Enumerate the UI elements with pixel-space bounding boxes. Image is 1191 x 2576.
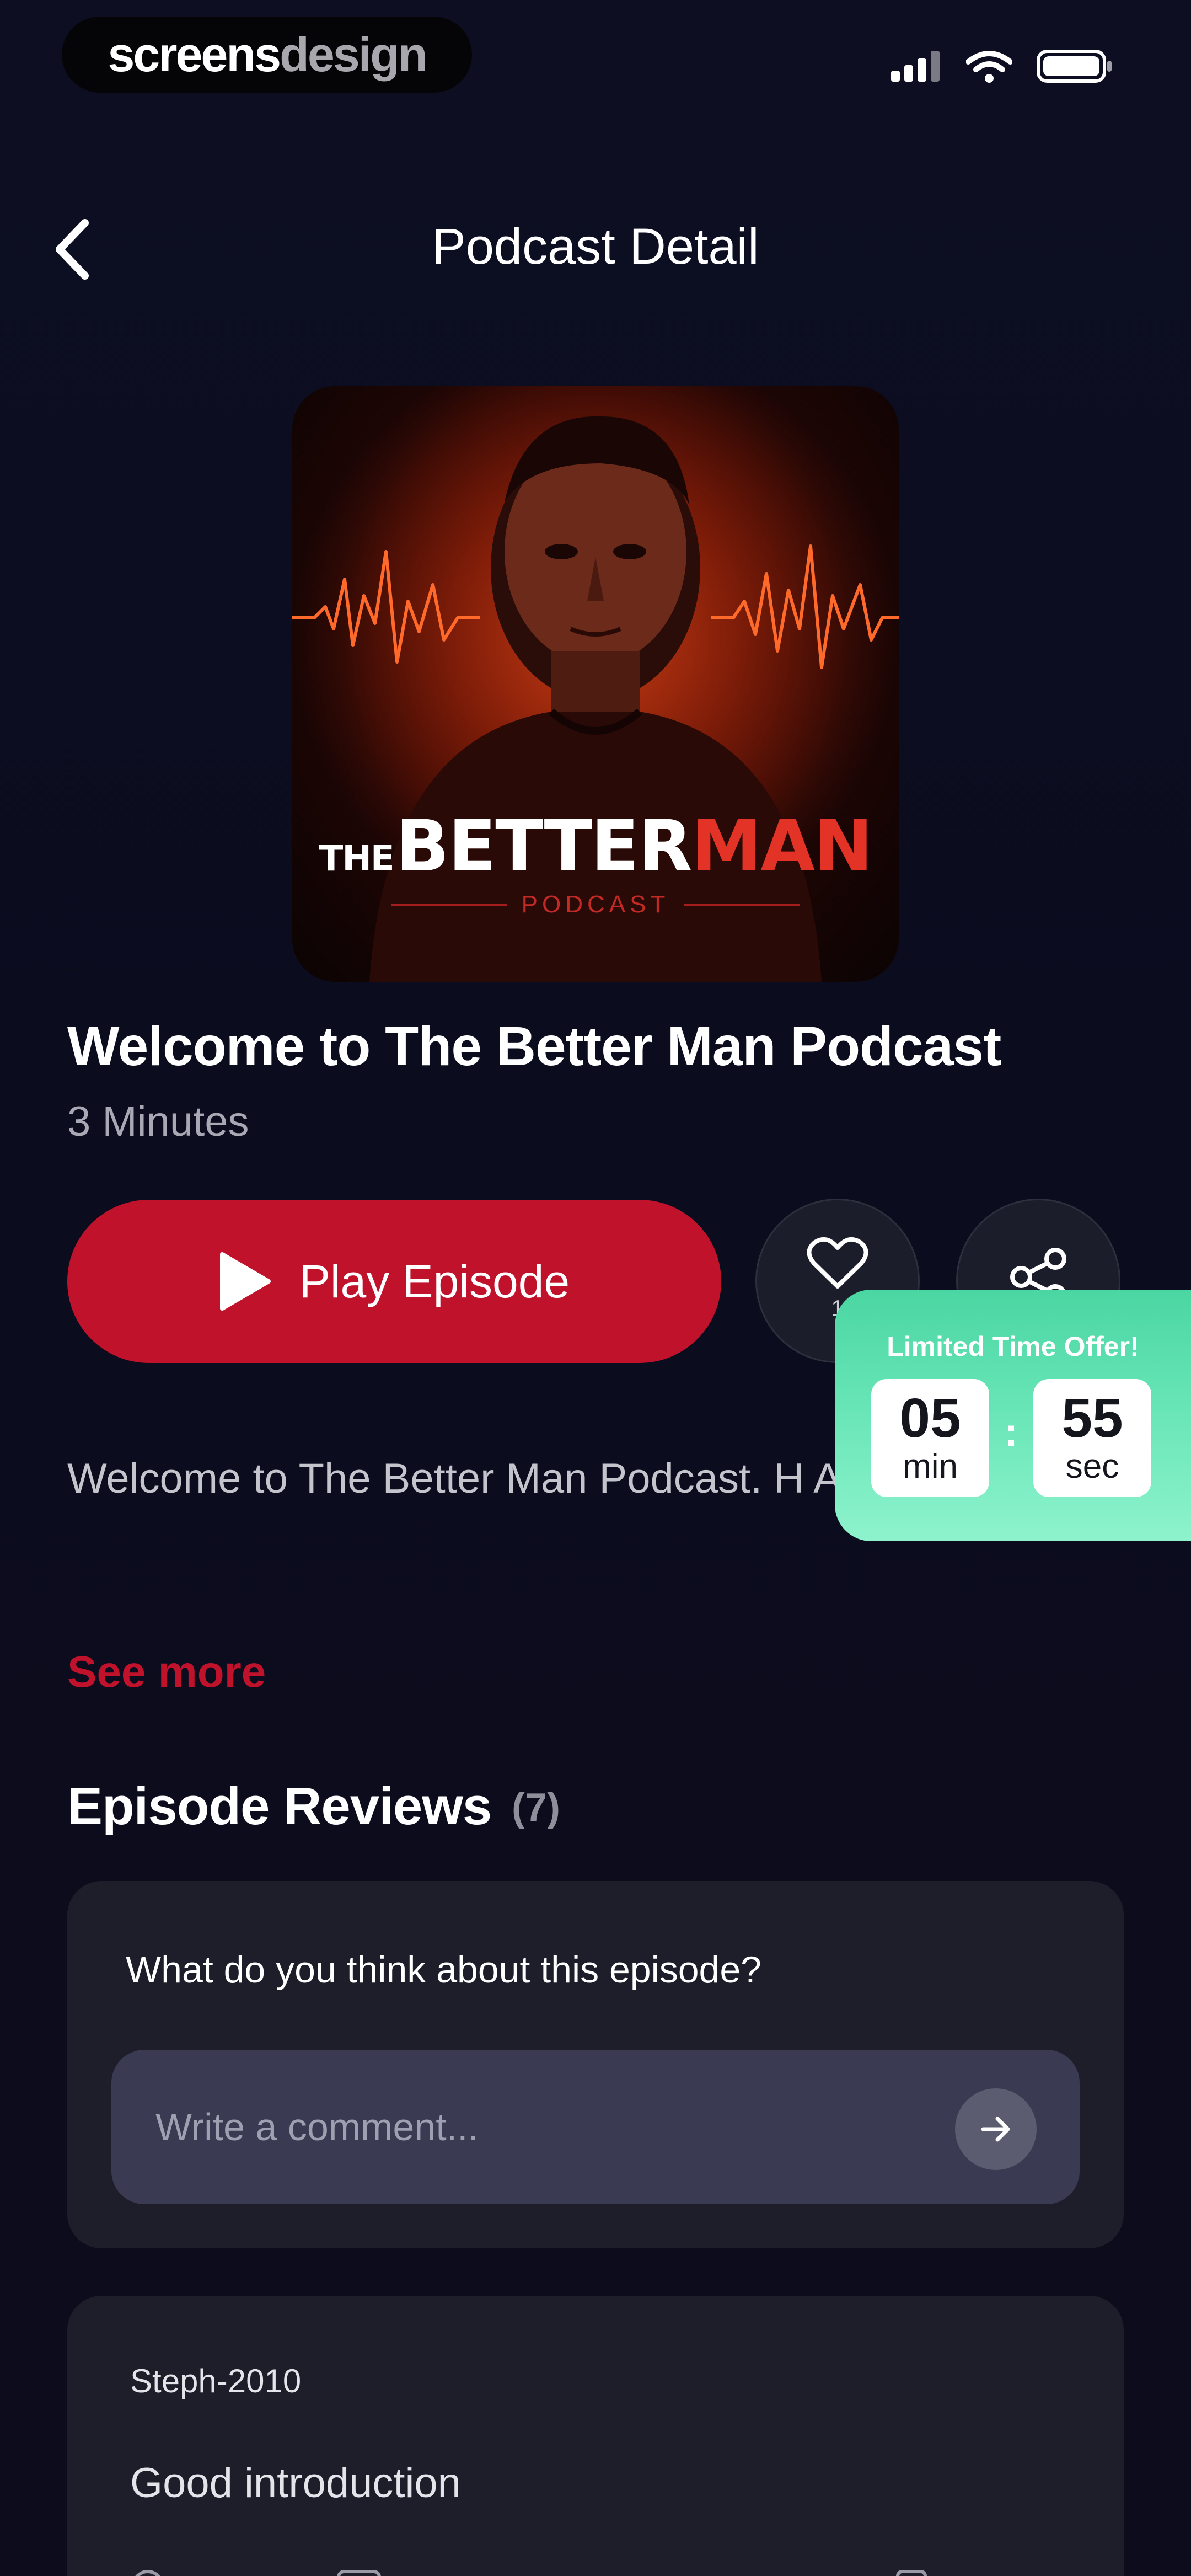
send-comment-button[interactable] bbox=[955, 2088, 1037, 2170]
review-actions-row bbox=[135, 2570, 927, 2576]
review-username: Steph-2010 bbox=[130, 2363, 302, 2399]
review-card: Steph-2010 Good introduction bbox=[67, 2296, 1124, 2576]
episode-duration: 3 Minutes bbox=[67, 1098, 249, 1145]
offer-minutes-unit: min bbox=[903, 1447, 958, 1485]
podcast-cover-art: THE BETTERMAN PODCAST bbox=[292, 386, 899, 982]
cover-divider-left bbox=[391, 904, 507, 906]
cover-subtitle: PODCAST bbox=[292, 891, 899, 918]
battery-icon bbox=[1037, 50, 1112, 83]
cover-title-man: MAN bbox=[691, 805, 873, 888]
offer-colon: : bbox=[1005, 1410, 1018, 1455]
offer-minutes-box: 05 min bbox=[871, 1379, 989, 1497]
play-episode-label: Play Episode bbox=[299, 1255, 570, 1307]
reviews-heading: Episode Reviews bbox=[67, 1777, 492, 1836]
review-text: Good introduction bbox=[130, 2460, 461, 2506]
heart-icon bbox=[807, 1237, 868, 1289]
offer-seconds-unit: sec bbox=[1065, 1447, 1119, 1485]
limited-offer-popup[interactable]: Limited Time Offer! 05 min : 55 sec bbox=[835, 1290, 1191, 1541]
offer-seconds-value: 55 bbox=[1061, 1387, 1123, 1449]
offer-seconds-box: 55 sec bbox=[1033, 1379, 1151, 1497]
cover-title-better: BETTER bbox=[395, 805, 693, 888]
play-icon bbox=[219, 1252, 271, 1311]
offer-title: Limited Time Offer! bbox=[887, 1331, 1139, 1362]
cover-podcast-label: PODCAST bbox=[521, 891, 670, 918]
comment-prompt: What do you think about this episode? bbox=[126, 1949, 761, 1991]
cover-title-the: THE bbox=[319, 838, 395, 879]
comment-input[interactable] bbox=[111, 2050, 1080, 2204]
episode-title: Welcome to The Better Man Podcast bbox=[67, 1016, 1001, 1077]
cover-divider-right bbox=[684, 904, 800, 906]
reviews-count: (7) bbox=[512, 1786, 560, 1830]
comment-card: What do you think about this episode? bbox=[67, 1881, 1124, 2248]
offer-minutes-value: 05 bbox=[899, 1387, 961, 1449]
signal-icon bbox=[891, 51, 940, 82]
podcast-detail-screen: screens design Podcast Detail THE BETTER… bbox=[0, 0, 1191, 2576]
watermark-logo: screens design bbox=[62, 17, 472, 93]
see-more-link[interactable]: See more bbox=[67, 1647, 266, 1697]
watermark-part1: screens bbox=[108, 27, 281, 82]
play-episode-button[interactable]: Play Episode bbox=[67, 1200, 721, 1363]
cover-title: THE BETTERMAN bbox=[292, 805, 899, 888]
arrow-right-icon bbox=[981, 2117, 1010, 2142]
watermark-part2: design bbox=[280, 27, 428, 82]
status-bar-icons bbox=[891, 49, 1114, 84]
wifi-icon bbox=[966, 51, 1012, 83]
page-title: Podcast Detail bbox=[432, 218, 759, 275]
